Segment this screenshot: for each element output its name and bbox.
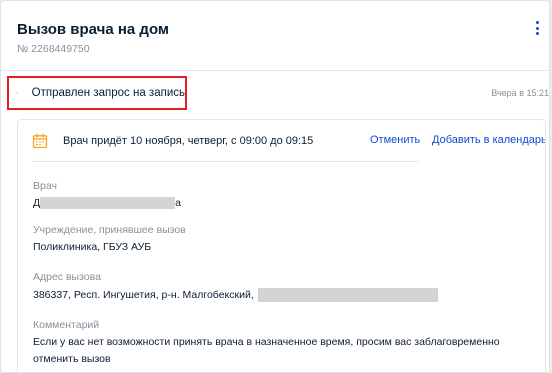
redacted-address: [257, 288, 438, 302]
kebab-dot: [535, 26, 539, 30]
organization-field: Учреждение, принявшее вызов Поликлиника,…: [33, 224, 531, 254]
address-value: 386337, Респ. Ингушетия, р-н. Малгобекск…: [33, 288, 254, 301]
cancel-link[interactable]: Отменить: [370, 134, 420, 146]
status-timestamp: Вчера в 15:21: [491, 88, 549, 98]
add-to-calendar-link[interactable]: Добавить в календарь: [432, 134, 545, 146]
organization-label: Учреждение, принявшее вызов: [33, 224, 186, 236]
page-title: Вызов врача на дом: [17, 21, 169, 38]
request-number: № 2268449750: [17, 43, 90, 55]
address-value-row: 386337, Респ. Ингушетия, р-н. Малгобекск…: [33, 288, 531, 302]
doctor-value: Да: [33, 197, 531, 210]
status-highlight: Отправлен запрос на запись: [7, 76, 187, 110]
appointment-details-panel: Врач придёт 10 ноября, четверг, с 09:00 …: [17, 119, 546, 372]
appointment-time-text: Врач придёт 10 ноября, четверг, с 09:00 …: [63, 134, 314, 147]
doctor-label: Врач: [33, 180, 57, 192]
status-text: Отправлен запрос на запись: [31, 87, 185, 99]
doctor-name-start: Д: [33, 197, 41, 209]
calendar-icon: [32, 133, 48, 148]
clock-icon: [15, 91, 18, 95]
redacted-doctor-name: [40, 197, 176, 210]
kebab-dot: [535, 21, 539, 24]
organization-value: Поликлиника, ГБУЗ АУБ: [33, 241, 152, 253]
address-field: Адрес вызова 386337, Респ. Ингушетия, р-…: [33, 271, 531, 302]
doctor-name-end: а: [175, 197, 181, 209]
home-visit-card: Вызов врача на дом № 2268449750 Отправле…: [0, 0, 550, 373]
kebab-dot: [535, 32, 539, 35]
kebab-menu-icon[interactable]: [531, 19, 543, 37]
comment-label: Комментарий: [33, 319, 100, 331]
appointment-divider: [32, 161, 418, 162]
address-label: Адрес вызова: [33, 271, 101, 283]
comment-field: Комментарий Если у вас нет возможности п…: [33, 319, 531, 368]
comment-value: Если у вас нет возможности принять врача…: [33, 336, 500, 365]
header-divider: [1, 70, 549, 71]
doctor-field: Врач Да: [33, 180, 531, 210]
